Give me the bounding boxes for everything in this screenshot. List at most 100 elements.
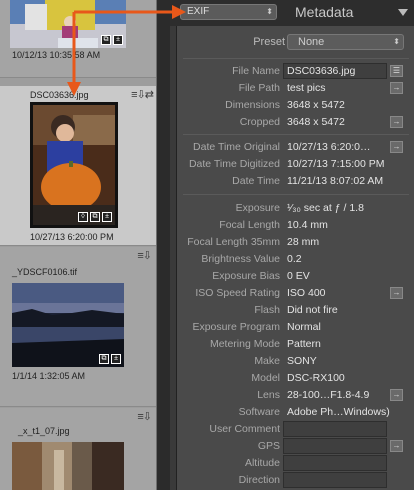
list-icon[interactable]: ☰ xyxy=(390,65,403,77)
updown-arrows-icon: ⬍ xyxy=(266,7,273,16)
preset-row: Preset None ⬍ xyxy=(177,34,414,52)
divider xyxy=(183,58,409,59)
collapse-triangle-icon[interactable] xyxy=(398,9,408,16)
goto-arrow-icon[interactable]: → xyxy=(390,141,403,153)
thumbnail[interactable]: ⧉ ± xyxy=(12,283,124,367)
collection-badge-icon[interactable]: ⧉ xyxy=(101,35,111,45)
field-value: SONY xyxy=(287,355,317,367)
field-row-gps: GPS → xyxy=(177,438,414,455)
cell-flags: ≡⇩ xyxy=(137,410,152,423)
collection-badge-icon[interactable]: ⧉ xyxy=(90,212,100,222)
field-label: Date Time xyxy=(232,175,280,187)
download-arrow-icon[interactable]: ⇩ xyxy=(137,89,146,101)
field-row-user-comment: User Comment xyxy=(177,421,414,438)
goto-arrow-icon[interactable]: → xyxy=(390,287,403,299)
field-label: Software xyxy=(238,406,280,418)
preset-label: Preset xyxy=(253,36,285,48)
field-row-software: Software Adobe Ph…Windows) xyxy=(177,404,414,421)
develop-badge-icon[interactable]: ± xyxy=(113,35,123,45)
thumbnail[interactable]: ⧉ ± xyxy=(10,0,126,48)
field-value: 10.4 mm xyxy=(287,219,328,231)
field-row-metering-mode: Metering Mode Pattern xyxy=(177,336,414,353)
field-label: Make xyxy=(254,355,280,367)
field-value: 10/27/13 7:15:00 PM xyxy=(287,158,385,170)
field-value: DSC-RX100 xyxy=(287,372,345,384)
gps-input[interactable] xyxy=(283,438,387,454)
field-value: 10/27/13 6:20:0… xyxy=(287,141,371,153)
field-label: Model xyxy=(251,372,280,384)
filmstrip: ⧉ ± 10/12/13 10:35:58 AM DSC03636.jpg ≡⇩… xyxy=(0,0,157,490)
thumbnail[interactable] xyxy=(12,442,124,490)
altitude-input[interactable] xyxy=(283,455,387,471)
field-value: 3648 x 5472 xyxy=(287,99,345,111)
field-row-lens: Lens 28-100…F1.8-4.9 → xyxy=(177,387,414,404)
capture-time: 1/1/14 1:32:05 AM xyxy=(12,371,86,381)
updown-arrows-icon: ⬍ xyxy=(393,37,400,46)
goto-arrow-icon[interactable]: → xyxy=(390,389,403,401)
field-row-brightness-value: Brightness Value 0.2 xyxy=(177,251,414,268)
badge-group: ◊ ⧉ ± xyxy=(78,212,112,222)
develop-badge-icon[interactable]: ± xyxy=(111,354,121,364)
field-row-dimensions: Dimensions 3648 x 5472 xyxy=(177,97,414,114)
download-arrow-icon[interactable]: ⇩ xyxy=(143,411,152,423)
file-name: _YDSCF0106.tif xyxy=(12,267,78,277)
metadata-panel: EXIF ⬍ Metadata Preset None ⬍ File Name … xyxy=(170,0,414,490)
develop-badge-icon[interactable]: ± xyxy=(102,212,112,222)
field-value: 0.2 xyxy=(287,253,302,265)
field-value: Normal xyxy=(287,321,321,333)
field-row-exposure: Exposure ¹⁄₃₀ sec at ƒ / 1.8 xyxy=(177,200,414,217)
collection-badge-icon[interactable]: ⧉ xyxy=(99,354,109,364)
field-label: File Name xyxy=(232,65,280,77)
field-row-file-path: File Path test pics → xyxy=(177,80,414,97)
field-value: Pattern xyxy=(287,338,321,350)
field-label: Metering Mode xyxy=(209,338,280,350)
field-label: File Path xyxy=(238,82,280,94)
panel-body: Preset None ⬍ File Name DSC03636.jpg ☰ F… xyxy=(176,26,414,490)
field-value: 28-100…F1.8-4.9 xyxy=(287,389,370,401)
field-row-file-name: File Name DSC03636.jpg ☰ xyxy=(177,63,414,80)
goto-arrow-icon[interactable]: → xyxy=(390,116,403,128)
field-row-flash: Flash Did not fire xyxy=(177,302,414,319)
field-label: Direction xyxy=(238,474,280,486)
field-row-date-time: Date Time 11/21/13 8:07:02 AM xyxy=(177,173,414,190)
filmstrip-cell[interactable]: ≡⇩ _YDSCF0106.tif ⧉ ± 1/1/14 1:32:05 AM xyxy=(0,247,156,407)
field-label: Focal Length 35mm xyxy=(187,236,280,248)
field-value: ¹⁄₃₀ sec at ƒ / 1.8 xyxy=(287,202,364,214)
field-label: ISO Speed Rating xyxy=(195,287,280,299)
user-comment-input[interactable] xyxy=(283,421,387,437)
field-value: Adobe Ph…Windows) xyxy=(287,406,390,418)
field-label: User Comment xyxy=(209,423,280,435)
file-name: _x_t1_07.jpg xyxy=(18,426,70,436)
preset-value: None xyxy=(298,36,325,48)
field-row-make: Make SONY xyxy=(177,353,414,370)
field-label: Lens xyxy=(257,389,280,401)
filmstrip-cell-selected[interactable]: DSC03636.jpg ≡⇩⇄ ◊ ⧉ ± 10/27/13 6:20:00 … xyxy=(0,86,156,246)
field-value: 28 mm xyxy=(287,236,320,248)
preset-select[interactable]: None ⬍ xyxy=(287,34,404,50)
metadata-set-select[interactable]: EXIF ⬍ xyxy=(180,4,277,20)
capture-time: 10/12/13 10:35:58 AM xyxy=(12,50,101,60)
keyword-badge-icon[interactable]: ◊ xyxy=(78,212,88,222)
direction-input[interactable] xyxy=(283,472,387,488)
thumbnail[interactable]: ◊ ⧉ ± xyxy=(33,105,115,225)
metadata-set-value: EXIF xyxy=(187,6,210,17)
field-label: Exposure Program xyxy=(192,321,280,333)
field-label: Flash xyxy=(254,304,280,316)
field-label: Exposure Bias xyxy=(212,270,280,282)
field-label: Altitude xyxy=(244,457,280,469)
file-name: DSC03636.jpg xyxy=(30,90,89,100)
goto-arrow-icon[interactable]: → xyxy=(390,440,403,452)
capture-time: 10/27/13 6:20:00 PM xyxy=(30,232,114,242)
field-row-model: Model DSC-RX100 xyxy=(177,370,414,387)
field-row-date-time-digitized: Date Time Digitized 10/27/13 7:15:00 PM xyxy=(177,156,414,173)
rotate-icon[interactable]: ⇄ xyxy=(145,89,154,101)
badge-group: ⧉ ± xyxy=(99,354,121,364)
filmstrip-cell[interactable]: ≡⇩ _x_t1_07.jpg xyxy=(0,408,156,490)
field-value: test pics xyxy=(287,82,326,94)
goto-arrow-icon[interactable]: → xyxy=(390,82,403,94)
field-row-date-time-original: Date Time Original 10/27/13 6:20:0… → xyxy=(177,139,414,156)
download-arrow-icon[interactable]: ⇩ xyxy=(143,250,152,262)
field-row-cropped: Cropped 3648 x 5472 → xyxy=(177,114,414,131)
field-value: 0 EV xyxy=(287,270,310,282)
filmstrip-cell[interactable]: ⧉ ± 10/12/13 10:35:58 AM xyxy=(0,0,156,78)
